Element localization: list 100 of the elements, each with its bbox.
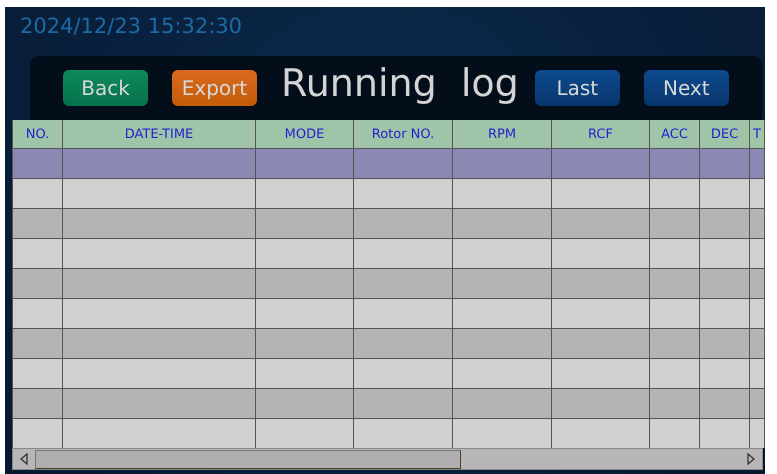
table-cell[interactable] [13,209,62,238]
table-cell[interactable] [13,179,62,208]
table-cell[interactable] [700,209,749,238]
table-cell[interactable] [650,389,699,418]
table-cell[interactable] [552,359,649,388]
table-cell[interactable] [13,239,62,268]
table-cell[interactable] [453,419,551,448]
table-cell[interactable] [650,419,699,448]
table-cell[interactable] [700,269,749,298]
table-cell[interactable] [13,269,62,298]
table-cell[interactable] [453,329,551,358]
table-cell[interactable] [700,419,749,448]
table-cell[interactable] [650,179,699,208]
column-header: DATE-TIME [63,120,255,148]
table-cell[interactable] [63,329,255,358]
table-cell[interactable] [453,239,551,268]
horizontal-scrollbar[interactable] [12,448,763,470]
table-cell[interactable] [700,359,749,388]
table-cell[interactable] [354,389,452,418]
table-cell[interactable] [750,239,764,268]
table-cell[interactable] [453,269,551,298]
table-cell[interactable] [354,149,452,178]
table-cell[interactable] [650,329,699,358]
table-cell[interactable] [750,149,764,178]
table-cell[interactable] [750,269,764,298]
table-cell[interactable] [354,419,452,448]
table-cell[interactable] [63,149,255,178]
table-cell[interactable] [256,419,353,448]
table-cell[interactable] [750,329,764,358]
table-cell[interactable] [354,209,452,238]
table-cell[interactable] [750,359,764,388]
table-cell[interactable] [256,359,353,388]
table-cell[interactable] [650,239,699,268]
table-cell[interactable] [750,209,764,238]
table-cell[interactable] [63,239,255,268]
table-cell[interactable] [354,329,452,358]
table-cell[interactable] [256,179,353,208]
table-cell[interactable] [13,329,62,358]
table-cell[interactable] [750,419,764,448]
table-cell[interactable] [750,299,764,328]
table-cell[interactable] [256,269,353,298]
nav-button[interactable]: Last [534,70,620,106]
scroll-left-icon[interactable] [19,452,29,466]
table-cell[interactable] [63,269,255,298]
column-header: T [750,120,764,148]
table-cell[interactable] [354,179,452,208]
table-cell[interactable] [13,359,62,388]
table-cell[interactable] [650,209,699,238]
table-cell[interactable] [13,389,62,418]
table-cell[interactable] [552,299,649,328]
table-cell[interactable] [256,389,353,418]
table-cell[interactable] [354,299,452,328]
table-cell[interactable] [700,149,749,178]
table-cell[interactable] [552,179,649,208]
table-cell[interactable] [552,149,649,178]
column-header: MODE [256,120,353,148]
nav-button[interactable]: Next [644,70,729,106]
table-cell[interactable] [256,329,353,358]
table-cell[interactable] [63,419,255,448]
table-cell[interactable] [63,209,255,238]
table-cell[interactable] [453,359,551,388]
table-cell[interactable] [453,389,551,418]
table-cell[interactable] [13,149,62,178]
table-cell[interactable] [354,359,452,388]
table-cell[interactable] [700,299,749,328]
table-cell[interactable] [354,239,452,268]
table-cell[interactable] [750,389,764,418]
table-cell[interactable] [650,149,699,178]
table-cell[interactable] [13,419,62,448]
table-cell[interactable] [650,359,699,388]
table-cell[interactable] [13,299,62,328]
table-cell[interactable] [552,419,649,448]
table-cell[interactable] [453,299,551,328]
table-cell[interactable] [453,149,551,178]
scroll-right-icon[interactable] [746,452,756,466]
table-cell[interactable] [552,209,649,238]
table-cell[interactable] [354,269,452,298]
table-cell[interactable] [63,389,255,418]
table-cell[interactable] [750,179,764,208]
table-cell[interactable] [453,179,551,208]
table-cell[interactable] [552,389,649,418]
table-cell[interactable] [256,209,353,238]
table-cell[interactable] [256,239,353,268]
table-cell[interactable] [552,239,649,268]
table-cell[interactable] [700,179,749,208]
table-cell[interactable] [256,149,353,178]
scroll-thumb[interactable] [35,450,461,468]
table-cell[interactable] [63,359,255,388]
table-cell[interactable] [63,179,255,208]
table-cell[interactable] [650,269,699,298]
table-cell[interactable] [700,329,749,358]
table-cell[interactable] [700,389,749,418]
table-cell[interactable] [650,299,699,328]
back-button[interactable]: Back [63,70,148,106]
table-cell[interactable] [63,299,255,328]
table-cell[interactable] [552,269,649,298]
table-cell[interactable] [256,299,353,328]
table-cell[interactable] [552,329,649,358]
table-cell[interactable] [700,239,749,268]
table-cell[interactable] [453,209,551,238]
